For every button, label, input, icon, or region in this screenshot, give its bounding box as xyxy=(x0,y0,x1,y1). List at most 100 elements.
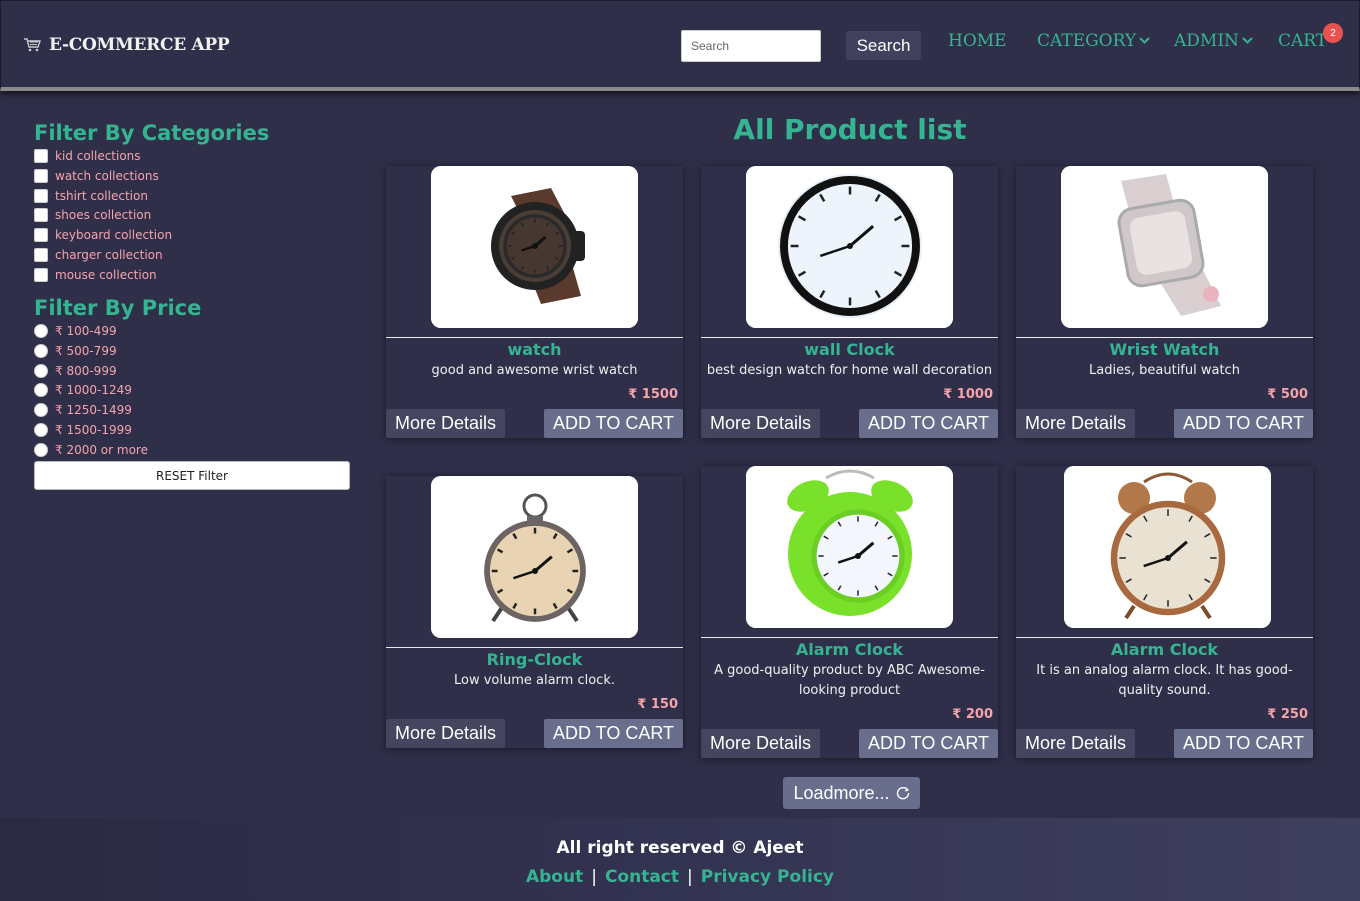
ring-clock-image xyxy=(431,476,638,638)
price-radio[interactable] xyxy=(34,343,48,358)
category-filter-item[interactable]: watch collections xyxy=(34,168,159,183)
nav-category-label: CATEGORY xyxy=(1037,31,1137,51)
price-filter-item[interactable]: ₹ 500-799 xyxy=(34,343,117,358)
product-price: ₹ 1000 xyxy=(943,387,993,402)
product-name: watch xyxy=(507,340,562,359)
separator: | xyxy=(687,867,693,887)
price-filter-item[interactable]: ₹ 800-999 xyxy=(34,363,117,378)
loadmore-label: Loadmore... xyxy=(793,782,890,803)
chevron-down-icon xyxy=(1139,37,1150,44)
price-radio[interactable] xyxy=(34,423,48,437)
category-checkbox[interactable] xyxy=(34,149,48,163)
product-image[interactable] xyxy=(431,476,638,638)
category-label: tshirt collection xyxy=(55,188,148,203)
nav-cart-label: CART xyxy=(1278,31,1328,51)
nav-category-dropdown[interactable]: CATEGORY xyxy=(1037,31,1150,51)
price-label: ₹ 1000-1249 xyxy=(55,383,132,398)
product-image[interactable] xyxy=(431,166,638,328)
divider xyxy=(701,337,998,338)
category-filter-item[interactable]: keyboard collection xyxy=(34,228,173,243)
category-label: mouse collection xyxy=(55,267,157,282)
brand[interactable]: E-COMMERCE APP xyxy=(23,35,230,55)
more-details-button[interactable]: More Details xyxy=(1016,729,1135,758)
more-details-button[interactable]: More Details xyxy=(701,729,820,758)
price-label: ₹ 800-999 xyxy=(55,363,117,378)
add-to-cart-button[interactable]: ADD TO CART xyxy=(544,409,683,438)
more-details-button[interactable]: More Details xyxy=(701,409,820,438)
product-card: Ring-Clock Low volume alarm clock. ₹ 150 Mo… xyxy=(386,476,683,748)
category-filter-item[interactable]: kid collections xyxy=(34,149,141,163)
product-card: Wrist Watch Ladies, beautiful watch ₹ 500 M… xyxy=(1016,166,1313,438)
price-label: ₹ 100-499 xyxy=(55,324,117,338)
category-label: kid collections xyxy=(55,149,141,163)
price-radio[interactable] xyxy=(34,442,48,457)
add-to-cart-button[interactable]: ADD TO CART xyxy=(859,729,998,758)
search-button[interactable]: Search xyxy=(846,31,921,60)
category-checkbox[interactable] xyxy=(34,248,48,262)
product-price: ₹ 500 xyxy=(1267,387,1308,402)
divider xyxy=(386,337,683,338)
navbar: E-COMMERCE APP Search HOME CATEGORY ADMI… xyxy=(0,0,1360,91)
product-price: ₹ 250 xyxy=(1267,707,1308,722)
brand-name: E-COMMERCE APP xyxy=(49,35,230,55)
product-image[interactable] xyxy=(1064,466,1271,628)
category-checkbox[interactable] xyxy=(34,228,48,243)
price-radio[interactable] xyxy=(34,363,48,378)
price-filter-item[interactable]: ₹ 1250-1499 xyxy=(34,403,132,418)
chevron-down-icon xyxy=(1242,37,1253,44)
more-details-button[interactable]: More Details xyxy=(386,719,505,748)
cart-count-badge: 2 xyxy=(1323,23,1343,43)
add-to-cart-button[interactable]: ADD TO CART xyxy=(544,719,683,748)
price-filter-item[interactable]: ₹ 1000-1249 xyxy=(34,383,132,398)
product-price: ₹ 1500 xyxy=(628,387,678,402)
product-name: Alarm Clock xyxy=(1110,640,1219,659)
product-image[interactable] xyxy=(1061,166,1268,328)
nav-home[interactable]: HOME xyxy=(948,31,1007,51)
add-to-cart-button[interactable]: ADD TO CART xyxy=(1174,729,1313,758)
price-radio[interactable] xyxy=(34,324,48,338)
product-description: best design watch for home wall decorati… xyxy=(706,363,993,378)
wall-clock-image xyxy=(746,166,953,328)
product-image[interactable] xyxy=(746,166,953,328)
more-details-button[interactable]: More Details xyxy=(386,409,505,438)
nav-admin-dropdown[interactable]: ADMIN xyxy=(1174,31,1253,51)
product-card: Alarm Clock A good-quality product by ABC… xyxy=(701,466,998,758)
price-label: ₹ 500-799 xyxy=(55,343,117,358)
category-checkbox[interactable] xyxy=(34,267,48,282)
price-radio[interactable] xyxy=(34,403,48,418)
product-name: Alarm Clock xyxy=(795,640,904,659)
loadmore-button[interactable]: Loadmore... xyxy=(783,777,920,809)
add-to-cart-button[interactable]: ADD TO CART xyxy=(859,409,998,438)
add-to-cart-button[interactable]: ADD TO CART xyxy=(1174,409,1313,438)
footer-link-about[interactable]: About xyxy=(526,867,583,887)
reset-filter-button[interactable]: RESET Filter xyxy=(34,461,350,490)
category-checkbox[interactable] xyxy=(34,188,48,203)
price-label: ₹ 1250-1499 xyxy=(55,403,132,418)
footer-links: About | Contact | Privacy Policy xyxy=(0,867,1360,887)
divider xyxy=(1016,337,1313,338)
search-input[interactable] xyxy=(681,30,821,62)
price-filter-heading: Filter By Price xyxy=(34,296,202,320)
divider xyxy=(701,637,998,638)
category-checkbox[interactable] xyxy=(34,208,48,223)
category-filter-item[interactable]: shoes collection xyxy=(34,208,151,223)
more-details-button[interactable]: More Details xyxy=(1016,409,1135,438)
price-filter-item[interactable]: ₹ 100-499 xyxy=(34,324,117,338)
category-label: charger collection xyxy=(55,248,163,262)
category-filter-item[interactable]: tshirt collection xyxy=(34,188,148,203)
category-filter-item[interactable]: mouse collection xyxy=(34,267,157,282)
nav-admin-label: ADMIN xyxy=(1174,31,1239,51)
product-image[interactable] xyxy=(746,466,953,628)
footer-link-contact[interactable]: Contact xyxy=(605,867,679,887)
nav-cart[interactable]: CART xyxy=(1278,31,1327,51)
footer-link-privacy-policy[interactable]: Privacy Policy xyxy=(701,867,834,887)
category-label: keyboard collection xyxy=(55,228,173,243)
price-radio[interactable] xyxy=(34,383,48,398)
price-filter-item[interactable]: ₹ 1500-1999 xyxy=(34,423,132,437)
price-label: ₹ 1500-1999 xyxy=(55,423,132,437)
product-name: Wrist Watch xyxy=(1109,340,1220,359)
product-price: ₹ 200 xyxy=(952,707,993,722)
price-filter-item[interactable]: ₹ 2000 or more xyxy=(34,442,148,457)
category-checkbox[interactable] xyxy=(34,168,48,183)
category-filter-item[interactable]: charger collection xyxy=(34,248,163,262)
